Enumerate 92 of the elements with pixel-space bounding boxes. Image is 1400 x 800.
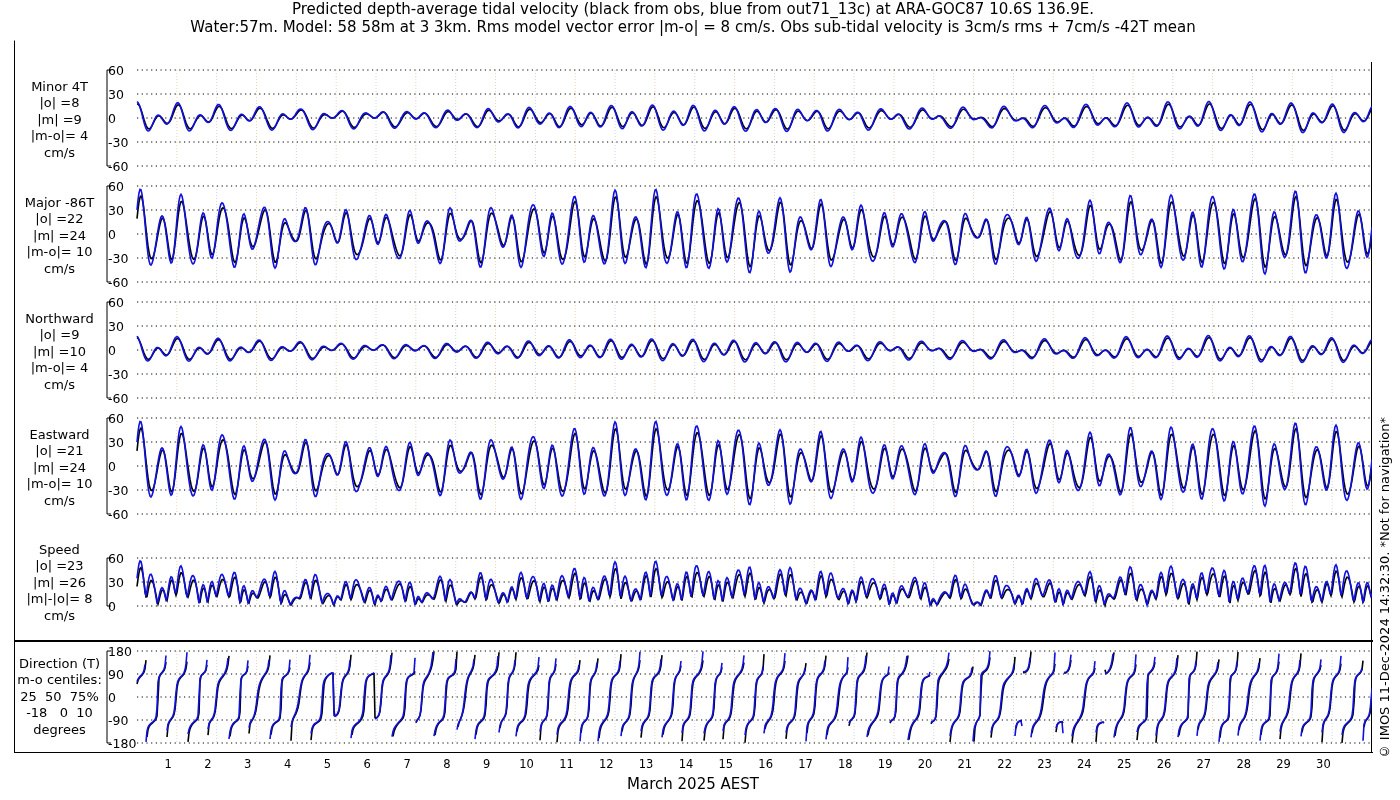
y-tick-label: 0	[108, 342, 116, 358]
x-tick-label: 16	[758, 757, 773, 771]
y-tick-label: -90	[108, 712, 129, 728]
x-tick-label: 6	[363, 757, 371, 771]
panel-label: |m| =24	[33, 459, 86, 477]
y-tick-label: 30	[108, 318, 124, 334]
x-tick-label: 2	[204, 757, 212, 771]
panel-label: Eastward	[29, 426, 90, 444]
x-tick-label: 7	[403, 757, 411, 771]
panel-label: Northward	[25, 310, 94, 328]
x-tick-label: 27	[1196, 757, 1212, 771]
x-tick-label: 12	[599, 757, 614, 771]
panel-label: cm/s	[44, 492, 75, 510]
x-tick-label: 28	[1236, 757, 1252, 771]
panel-label: |m| =26	[33, 574, 86, 592]
y-tick-label: -60	[108, 274, 129, 290]
y-tick-label: 90	[108, 666, 124, 682]
y-tick-label: 30	[108, 574, 124, 590]
x-tick-label: 19	[877, 757, 893, 771]
y-tick-label: 60	[108, 294, 124, 310]
panel-label: -18 0 10	[26, 705, 93, 722]
panel-label: |m|-|o|= 8	[26, 591, 93, 608]
y-tick-label: 0	[108, 226, 116, 242]
panel-label: |m-o|= 10	[26, 244, 93, 261]
y-tick-label: -30	[108, 366, 129, 382]
y-tick-label: 180	[108, 643, 132, 659]
y-tick-label: -60	[108, 158, 129, 174]
x-tick-label: 1	[164, 757, 172, 771]
x-tick-label: 13	[638, 757, 654, 771]
panel-label: Direction (T)	[19, 655, 100, 673]
y-tick-label: 0	[108, 598, 116, 614]
panel-label: |o| =9	[39, 327, 80, 344]
y-tick-label: 60	[108, 178, 124, 194]
panel-label: cm/s	[44, 260, 75, 278]
panel-label: cm/s	[44, 144, 75, 162]
x-tick-label: 26	[1156, 757, 1172, 771]
credit-text: © IMOS 11-Dec-2024 14:32:30. *Not for navigation*	[1377, 416, 1392, 759]
y-tick-label: 0	[108, 110, 116, 126]
x-tick-label: 24	[1077, 757, 1092, 771]
panel-label: |m-o|= 4	[30, 360, 89, 377]
y-tick-label: -60	[108, 390, 129, 406]
x-tick-label: 25	[1116, 757, 1132, 771]
y-tick-label: -30	[108, 482, 129, 498]
y-tick-label: 30	[108, 86, 124, 102]
y-tick-label: 60	[108, 62, 124, 78]
panel-label: Minor 4T	[31, 78, 88, 96]
x-tick-label: 23	[1037, 757, 1052, 771]
panel-label: 25 50 75%	[20, 688, 99, 706]
x-tick-label: 5	[323, 757, 332, 771]
panel-label: |o| =23	[35, 558, 84, 575]
x-tick-label: 4	[283, 757, 292, 771]
x-axis-label: March 2025 AEST	[626, 775, 760, 793]
panel-label: |m| =9	[37, 111, 82, 129]
panel-label: |m| =10	[33, 343, 86, 361]
y-tick-label: -30	[108, 134, 129, 150]
y-tick-label: 30	[108, 202, 124, 218]
chart-title: Predicted depth-average tidal velocity (black from obs, blue from out71_13c) at ARA-GOC87 10.6S 136.9E.	[290, 0, 1096, 18]
panel-label: Speed	[39, 541, 80, 559]
x-tick-label: 10	[519, 757, 534, 771]
panel-label: |m-o|= 4	[30, 128, 89, 145]
x-tick-label: 29	[1276, 757, 1291, 771]
x-tick-label: 11	[559, 757, 574, 771]
y-tick-label: -60	[108, 506, 129, 522]
panel-label: |o| =8	[39, 95, 80, 112]
x-tick-label: 8	[443, 757, 451, 771]
chart-title: Water:57m. Model: 58 58m at 3 3km. Rms model vector error |m-o| = 8 cm/s. Obs sub-tidal velocity is 3cm/s rms + 7cm/s -42T mean	[189, 18, 1197, 36]
y-tick-label: -180	[108, 735, 137, 751]
x-tick-label: 15	[718, 757, 734, 771]
y-tick-label: 60	[108, 550, 124, 566]
x-tick-label: 20	[917, 757, 933, 771]
panel-label: degrees	[33, 721, 86, 739]
y-tick-label: -30	[108, 250, 129, 266]
panel-label: |m| =24	[33, 227, 86, 245]
y-tick-label: 0	[108, 689, 116, 705]
x-tick-label: 9	[483, 757, 491, 771]
panel-label: |o| =21	[35, 443, 84, 460]
panel-label: cm/s	[44, 607, 75, 625]
panel-label: |m-o|= 10	[26, 476, 93, 493]
x-tick-label: 18	[838, 757, 853, 771]
y-tick-label: 30	[108, 434, 124, 450]
x-tick-label: 17	[798, 757, 813, 771]
x-tick-label: 22	[997, 757, 1012, 771]
y-tick-label: 0	[108, 458, 116, 474]
panel-label: |o| =22	[35, 211, 84, 228]
panel-label: m-o centiles:	[17, 672, 102, 689]
x-tick-label: 21	[957, 757, 973, 771]
x-tick-label: 14	[678, 757, 694, 771]
panel-label: Major -86T	[24, 194, 95, 212]
x-tick-label: 30	[1316, 757, 1331, 771]
x-tick-label: 3	[244, 757, 252, 771]
y-tick-label: 60	[108, 410, 124, 426]
panel-label: cm/s	[44, 376, 75, 394]
